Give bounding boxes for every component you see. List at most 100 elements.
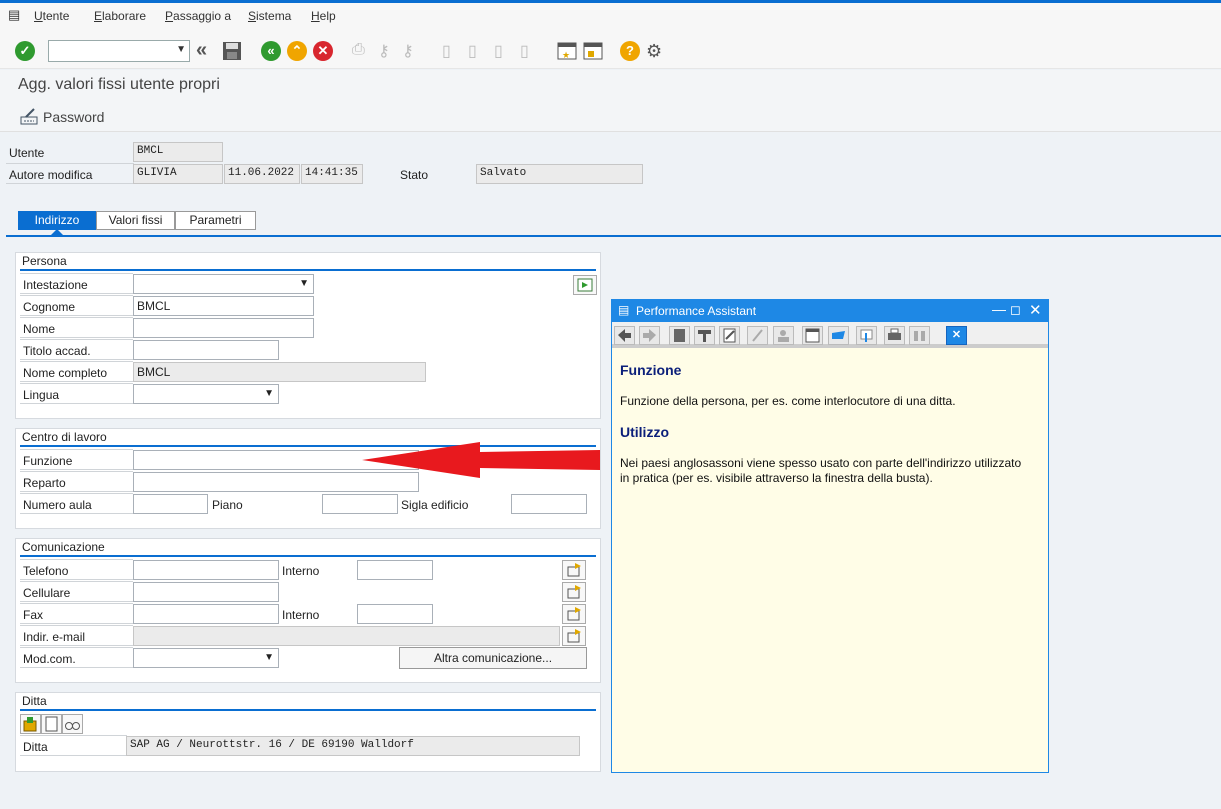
ditta-select-button[interactable] — [20, 714, 41, 734]
fax-input[interactable] — [133, 604, 279, 624]
maximize-icon[interactable]: ◻ — [1010, 302, 1021, 318]
fax-label: Fax — [23, 608, 44, 622]
binoculars-icon[interactable] — [909, 326, 930, 345]
first-page-icon[interactable]: ▯ — [442, 41, 462, 61]
assistant-paragraph-funzione: Funzione della persona, per es. come int… — [620, 394, 956, 408]
menu-sistema[interactable]: Sistema — [248, 9, 291, 23]
cellulare-more-button[interactable] — [562, 582, 586, 602]
group-title-persona: Persona — [22, 254, 67, 268]
password-button[interactable]: Password — [43, 109, 104, 125]
modcom-label: Mod.com. — [23, 652, 76, 666]
user-icon[interactable] — [773, 326, 794, 345]
sap-menu-icon[interactable]: ▤ — [8, 7, 20, 23]
red-arrow-annotation — [362, 442, 600, 478]
fax-more-button[interactable] — [562, 604, 586, 624]
find-next-icon[interactable]: ⚷ — [402, 41, 422, 61]
tab-indirizzo[interactable]: Indirizzo — [18, 211, 96, 230]
minimize-icon[interactable]: — — [992, 301, 1006, 317]
double-back-icon[interactable]: « — [196, 40, 216, 61]
menu-utente[interactable]: Utente — [34, 9, 69, 23]
chevron-down-icon: ▼ — [264, 652, 274, 663]
intestazione-select[interactable]: ▼ — [133, 274, 314, 294]
previous-page-icon[interactable]: ▯ — [468, 41, 488, 61]
stato-label: Stato — [400, 168, 429, 182]
next-page-icon[interactable]: ▯ — [494, 41, 514, 61]
assistant-heading-funzione: Funzione — [620, 362, 682, 378]
utente-label: Utente — [9, 146, 45, 160]
assistant-paragraph-utilizzo: Nei paesi anglosassoni viene spesso usat… — [620, 456, 1022, 485]
close-icon[interactable]: ✕ — [1029, 301, 1042, 319]
numero-aula-label: Numero aula — [23, 498, 92, 512]
cellulare-input[interactable] — [133, 582, 279, 602]
highlight-icon[interactable] — [828, 326, 849, 345]
tab-valori-fissi[interactable]: Valori fissi — [96, 211, 175, 230]
chevron-down-icon: ▼ — [176, 44, 186, 55]
modcom-select[interactable]: ▼ — [133, 648, 279, 668]
find-icon[interactable]: ⚷ — [378, 41, 398, 61]
back-arrow-icon[interactable] — [614, 326, 635, 345]
help-icon[interactable]: ? — [620, 41, 640, 61]
print-icon[interactable]: ⎙ — [352, 41, 372, 61]
back-icon[interactable]: « — [261, 41, 281, 61]
telefono-more-button[interactable] — [562, 560, 586, 580]
lingua-select[interactable]: ▼ — [133, 384, 279, 404]
cellulare-label: Cellulare — [23, 586, 71, 600]
calendar-icon[interactable] — [802, 326, 823, 345]
application-toolbar: Password — [0, 102, 1221, 132]
performance-assistant-window: ▤ Performance Assistant — ◻ ✕ ✕ Funzione… — [611, 299, 1049, 773]
lingua-label: Lingua — [23, 388, 60, 402]
exit-icon[interactable]: ⌃ — [287, 41, 307, 61]
telefono-input[interactable] — [133, 560, 279, 580]
cancel-icon[interactable]: ✕ — [313, 41, 333, 61]
altra-comunicazione-button[interactable]: Altra comunicazione... — [399, 647, 587, 669]
persona-detail-button[interactable] — [573, 275, 597, 295]
book-icon[interactable] — [669, 326, 690, 345]
menu-help[interactable]: Help — [311, 9, 336, 23]
nome-completo-field: BMCL — [133, 362, 426, 382]
export-icon[interactable] — [856, 326, 877, 345]
group-title-centro: Centro di lavoro — [22, 430, 107, 444]
interno-input[interactable] — [357, 560, 433, 580]
menu-bar: ▤ Utente Elaborare Passaggio a Sistema H… — [0, 3, 1221, 29]
print-icon[interactable] — [884, 326, 905, 345]
ditta-new-document-icon[interactable] — [41, 714, 62, 734]
title-bar: Agg. valori fissi utente propri — [0, 70, 1221, 102]
menu-elaborare[interactable]: Elaborare — [94, 9, 146, 23]
group-underline — [20, 709, 596, 711]
nome-input[interactable] — [133, 318, 314, 338]
cognome-label: Cognome — [23, 300, 76, 314]
exit-assistant-icon[interactable]: ✕ — [946, 326, 967, 345]
save-icon[interactable] — [222, 41, 242, 61]
chevron-down-icon: ▼ — [264, 388, 274, 399]
piano-input[interactable] — [322, 494, 398, 514]
enter-check-icon[interactable]: ✓ — [15, 41, 35, 61]
cognome-input[interactable]: BMCL — [133, 296, 314, 316]
piano-label: Piano — [212, 498, 243, 512]
sigla-edificio-input[interactable] — [511, 494, 587, 514]
email-more-button[interactable] — [562, 626, 586, 646]
group-ditta: Ditta — [15, 692, 601, 772]
ditta-display-glasses-icon[interactable] — [62, 714, 83, 734]
date-field: 11.06.2022 — [224, 164, 300, 184]
assistant-toolbar: ✕ — [612, 322, 1048, 348]
sigla-edificio-label: Sigla edificio — [401, 498, 469, 512]
shortcut-icon[interactable] — [583, 41, 603, 61]
tab-parametri[interactable]: Parametri — [175, 211, 256, 230]
command-field[interactable]: ▼ — [48, 40, 190, 62]
forward-arrow-icon[interactable] — [639, 326, 660, 345]
settings-gear-icon[interactable]: ⚙ — [646, 41, 666, 61]
technical-info-icon[interactable] — [694, 326, 715, 345]
last-page-icon[interactable]: ▯ — [520, 41, 540, 61]
pin-icon[interactable] — [747, 326, 768, 345]
email-field — [133, 626, 560, 646]
numero-aula-input[interactable] — [133, 494, 208, 514]
group-underline — [20, 269, 596, 271]
new-session-icon[interactable]: ★ — [557, 41, 577, 61]
interno-fax-input[interactable] — [357, 604, 433, 624]
interno-fax-label: Interno — [282, 608, 320, 622]
edit-document-icon[interactable] — [719, 326, 740, 345]
menu-passaggio[interactable]: Passaggio a — [165, 9, 231, 23]
nome-completo-label: Nome completo — [23, 366, 108, 380]
titolo-input[interactable] — [133, 340, 279, 360]
assistant-title: Performance Assistant — [636, 304, 757, 318]
